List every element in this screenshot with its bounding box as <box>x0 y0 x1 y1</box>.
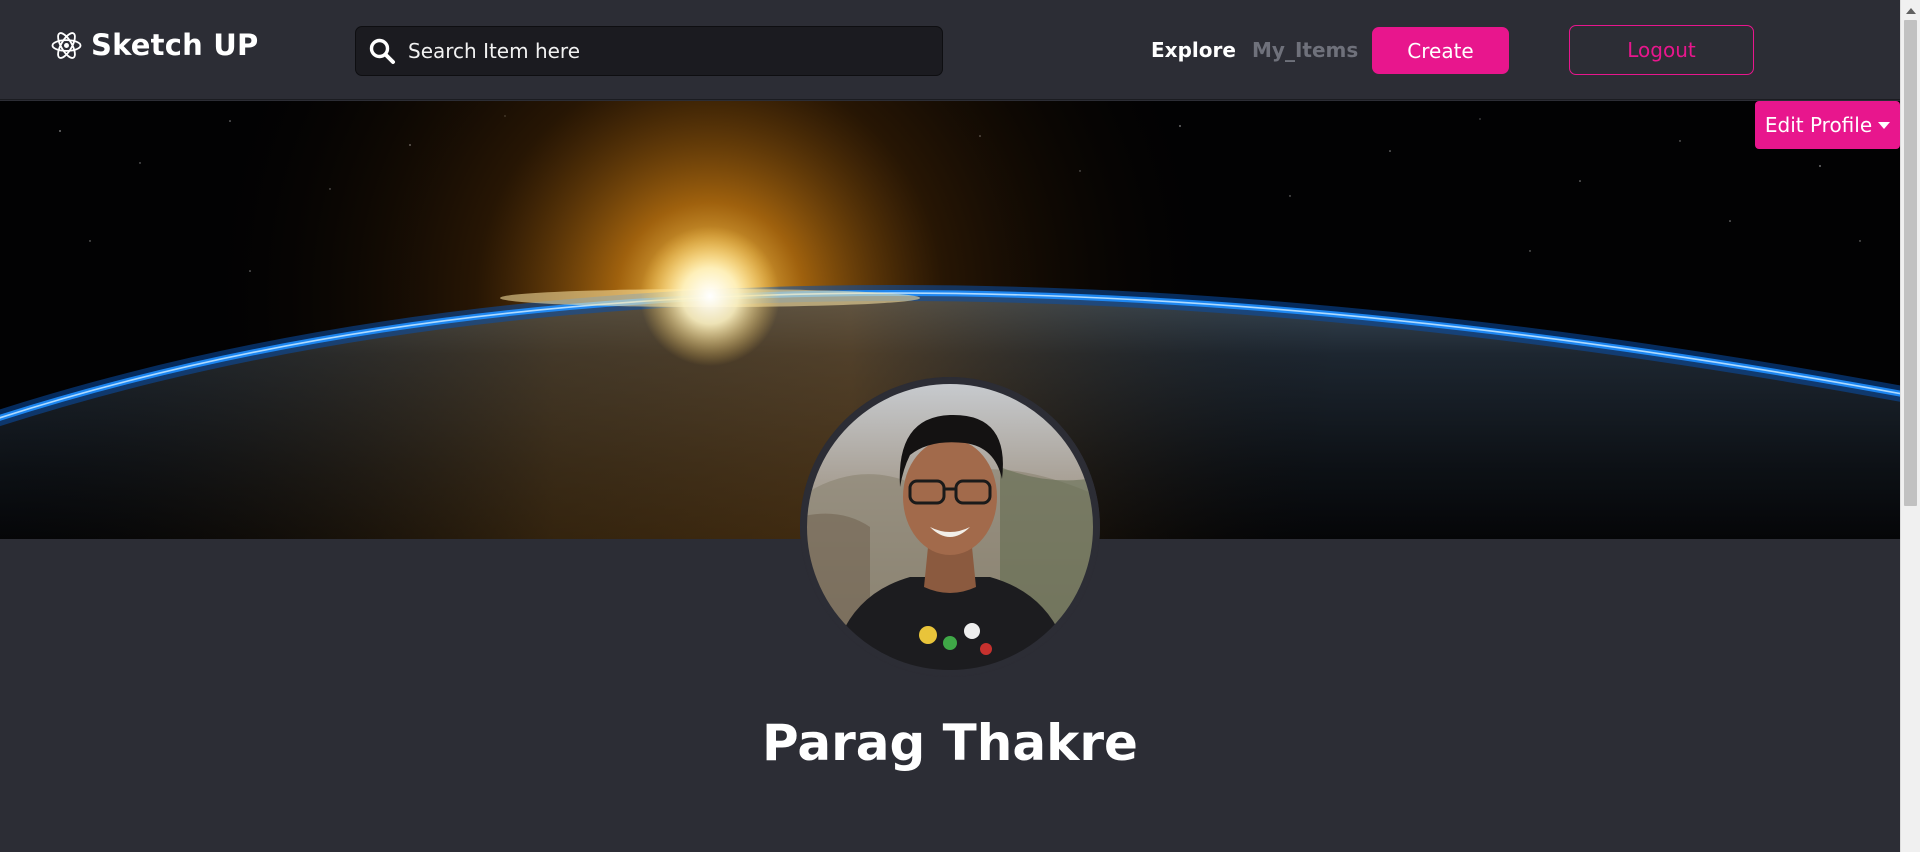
brand-logo[interactable]: Sketch UP <box>50 28 258 62</box>
search-bar <box>355 26 943 76</box>
edit-profile-dropdown-button[interactable]: Edit Profile <box>1755 101 1900 149</box>
profile-avatar <box>800 377 1100 677</box>
top-navbar: Sketch UP Explore My_Items Create Logout <box>0 0 1900 100</box>
atom-icon <box>51 31 82 59</box>
edit-profile-label: Edit Profile <box>1764 113 1873 137</box>
avatar-photo <box>800 377 1100 677</box>
scroll-up-arrow-icon[interactable] <box>1906 8 1916 14</box>
profile-name: Parag Thakre <box>762 714 1138 772</box>
brand-name: Sketch UP <box>91 28 259 62</box>
caret-down-icon <box>1878 121 1891 129</box>
logout-button[interactable]: Logout <box>1569 25 1754 75</box>
search-input[interactable] <box>406 30 942 72</box>
nav-explore-link[interactable]: Explore <box>1151 38 1236 62</box>
nav-my-items-link[interactable]: My_Items <box>1252 38 1358 62</box>
search-icon <box>368 37 396 65</box>
page-scrollbar[interactable] <box>1900 0 1920 852</box>
profile-page: Sketch UP Explore My_Items Create Logout <box>0 0 1920 852</box>
scrollbar-thumb[interactable] <box>1904 20 1917 506</box>
create-button[interactable]: Create <box>1372 27 1509 74</box>
